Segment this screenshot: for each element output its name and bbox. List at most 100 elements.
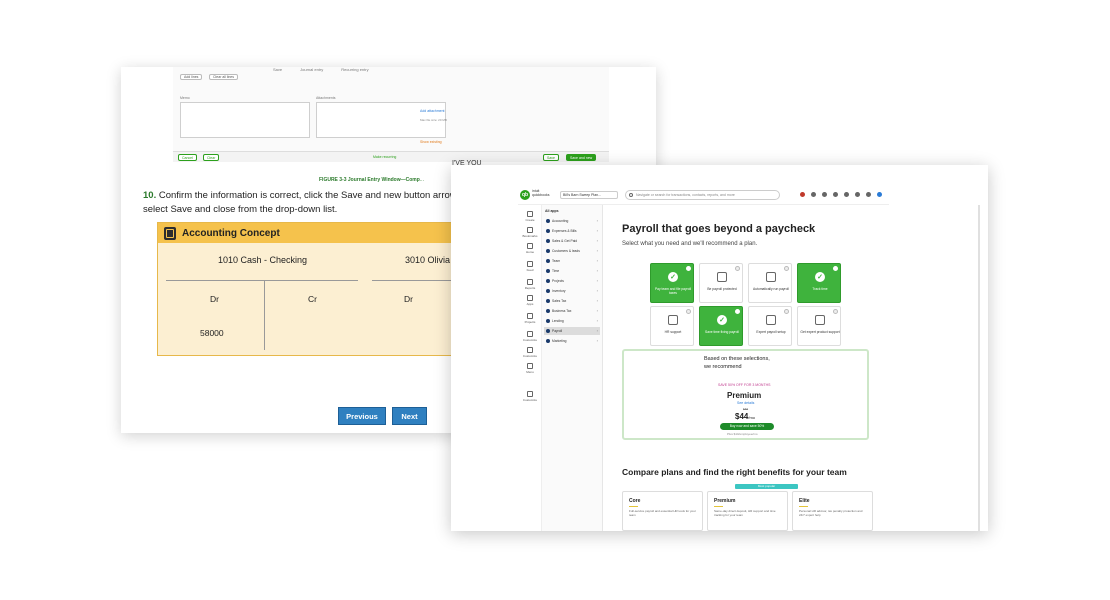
pane-item[interactable]: Inventory › (544, 287, 600, 295)
info-icon (833, 266, 838, 271)
rail-label: Customize (522, 398, 538, 402)
attachments-label: Attachments (316, 96, 336, 100)
pane-item[interactable]: Customers & leads › (544, 247, 600, 255)
chevron-right-icon: › (596, 218, 598, 223)
compare-heading: Compare plans and find the right benefit… (622, 467, 847, 477)
info-icon (833, 309, 838, 314)
pane-item[interactable]: Lending › (544, 317, 600, 325)
debit-label: Dr (210, 294, 219, 304)
pane-item[interactable]: Projects › (544, 277, 600, 285)
rail-item-home[interactable]: Home (518, 243, 542, 254)
see-details-link[interactable]: See details (737, 401, 754, 405)
tile-label: Expert payroll setup (756, 330, 786, 334)
previous-button[interactable]: Previous (338, 407, 386, 425)
plan-card-core[interactable]: Core Full-service payroll and essential … (622, 491, 703, 531)
apps-icon[interactable] (833, 192, 838, 197)
avatar[interactable] (877, 192, 882, 197)
buy-now-button[interactable]: Buy now and save 50% (720, 423, 774, 430)
screenshot-clear-button: Clear (203, 154, 220, 161)
checkmark-icon: ✓ (717, 315, 727, 325)
chevron-right-icon: › (596, 278, 598, 283)
settings-icon[interactable] (866, 192, 871, 197)
pane-item-label: Team (552, 259, 561, 263)
feature-tile[interactable]: ✓ Track time (797, 263, 841, 303)
rail-item-apps[interactable]: Apps (518, 295, 542, 306)
pane-item[interactable]: Sales Tax › (544, 297, 600, 305)
memo-box (180, 102, 310, 138)
discount-badge: SAVE 50% OFF FOR 3 MONTHS (718, 383, 771, 387)
chevron-right-icon: › (596, 228, 598, 233)
bell-icon[interactable] (844, 192, 849, 197)
screenshot-footer: Cancel Clear Make recurring Save Save an… (173, 151, 609, 162)
page-title: Payroll that goes beyond a paycheck (622, 223, 816, 235)
messages-icon[interactable] (855, 192, 860, 197)
rail-item-projects[interactable]: Projects (518, 313, 542, 324)
quickbooks-logo-icon[interactable]: qb (520, 190, 530, 200)
feature-tile[interactable]: HR support (650, 306, 694, 346)
pane-item[interactable]: Business Tax › (544, 307, 600, 315)
feature-tile[interactable]: Expert payroll setup (748, 306, 792, 346)
memo-label: Memo (180, 96, 190, 100)
figure-caption: FIGURE 3-3 Journal Entry Window—Comp... (319, 177, 424, 183)
clear-lines-button: Clear all lines (209, 74, 239, 80)
pane-title: All apps (545, 209, 559, 213)
pane-item[interactable]: Sales & Get Paid › (544, 237, 600, 245)
info-icon (735, 309, 740, 314)
pane-item-label: Accounting (552, 219, 569, 223)
t-account-title-right: 3010 Olivia (405, 255, 451, 265)
rail-item-menu[interactable]: Menu (518, 363, 542, 374)
pane-item-payroll[interactable]: Payroll › (544, 327, 600, 335)
pane-item[interactable]: Accounting › (544, 217, 600, 225)
company-switcher[interactable]: Bill's Barn Sweep Plan... (560, 191, 618, 199)
feature-tile[interactable]: Be payroll protected (699, 263, 743, 303)
plus-icon (527, 211, 533, 217)
pane-item[interactable]: Expenses & Bills › (544, 227, 600, 235)
page-subtitle: Select what you need and we'll recommend… (622, 241, 758, 247)
feature-tile[interactable]: Automatically run payroll (748, 263, 792, 303)
rail-item-create[interactable]: Create (518, 211, 542, 222)
customize-icon (527, 391, 533, 397)
screenshot-top-nav: Save Journal entry Recurring entry (273, 67, 369, 72)
app-top-bar: qb intuit quickbooks Bill's Barn Sweep P… (518, 186, 889, 205)
rail-item-bookmarks[interactable]: Bookmarks (518, 227, 542, 238)
plan-accent-line (714, 506, 723, 507)
rail-item-bottom[interactable]: Customize (518, 391, 542, 402)
gear-icon[interactable] (811, 192, 816, 197)
pane-item[interactable]: Time › (544, 267, 600, 275)
feature-tile[interactable]: ✓ Save time fixing payroll (699, 306, 743, 346)
pane-item[interactable]: Team › (544, 257, 600, 265)
pane-item-label: Sales & Get Paid (552, 239, 578, 243)
rail-item-feed[interactable]: Feed (518, 261, 542, 272)
pane-item[interactable]: Marketing › (544, 337, 600, 345)
feature-tile[interactable]: ✓ Pay team and file payroll taxes (650, 263, 694, 303)
recommendation-panel: Based on these selections, we recommend … (622, 349, 869, 440)
help-icon[interactable] (822, 192, 827, 197)
rail-item-reports[interactable]: Reports (518, 279, 542, 290)
next-button[interactable]: Next (392, 407, 427, 425)
search-input[interactable]: Navigate or search for transactions, con… (625, 190, 780, 200)
rail-label: Feed (526, 268, 534, 272)
tile-label: Save time fixing payroll (705, 330, 739, 334)
t-account-title-left: 1010 Cash - Checking (218, 255, 308, 265)
plan-card-premium[interactable]: Premium Same-day direct deposit, HR supp… (707, 491, 788, 531)
rail-item-customize-2[interactable]: Customize (518, 347, 542, 358)
document-icon (164, 226, 176, 240)
plan-card-elite[interactable]: Elite Personal HR advisor, tax penalty p… (792, 491, 873, 531)
app-icon (546, 279, 550, 283)
rail-item-customize[interactable]: Customize (518, 331, 542, 342)
feature-tile[interactable]: Get expert product support (797, 306, 841, 346)
app-icon (546, 289, 550, 293)
app-icon (546, 319, 550, 323)
pane-item-label: Customers & leads (552, 249, 580, 253)
reports-icon (527, 279, 533, 285)
chevron-right-icon: › (596, 338, 598, 343)
main-scrollbar[interactable] (978, 205, 980, 531)
bookmark-icon (527, 227, 533, 233)
instruction-step: 10. Confirm the information is correct, … (143, 189, 463, 217)
notification-icon[interactable] (800, 192, 805, 197)
plan-accent-line (799, 506, 808, 507)
tile-label: Get expert product support (800, 330, 840, 334)
customize-icon (527, 331, 533, 337)
plan-description: Full-service payroll and essential HR to… (629, 509, 696, 517)
tile-label: Track time (812, 287, 828, 291)
